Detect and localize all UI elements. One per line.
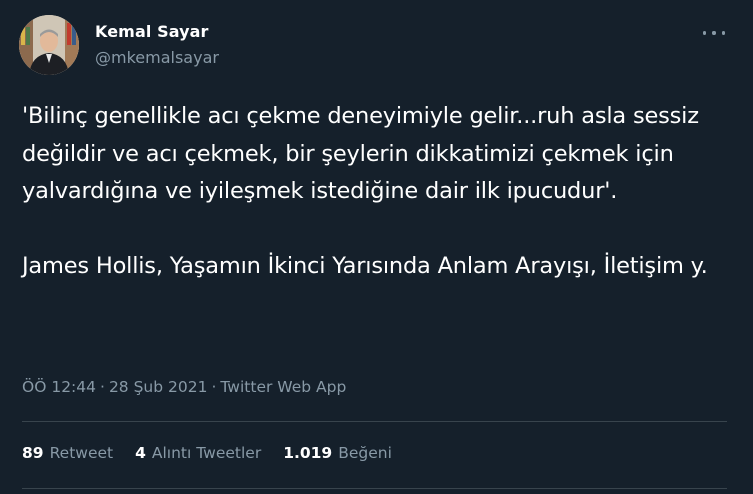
quote-tweets-count: 4 [135,444,146,462]
retweets-count: 89 [22,444,44,462]
likes-count: 1.019 [283,444,333,462]
more-horizontal-icon [712,31,716,35]
avatar[interactable] [19,15,79,75]
more-options-button[interactable] [703,24,725,42]
more-horizontal-icon [721,31,725,35]
retweets-label: Retweet [49,444,114,462]
quote-tweets-label: Alıntı Tweetler [151,444,262,462]
meta-separator: · [211,378,217,396]
retweets-stat[interactable]: 89 Retweet [22,444,113,462]
divider [22,421,727,422]
quote-tweets-stat[interactable]: 4 Alıntı Tweetler [135,444,261,462]
user-display-name[interactable]: Kemal Sayar [95,22,209,41]
user-handle[interactable]: @mkemalsayar [95,48,219,67]
meta-separator: · [100,378,105,396]
tweet-source[interactable]: Twitter Web App [220,378,346,396]
tweet-text: 'Bilinç genellikle acı çekme deneyimiyle… [22,103,708,279]
tweet-stats: 89 Retweet 4 Alıntı Tweetler 1.019 Beğen… [22,444,414,462]
divider [22,488,727,489]
more-horizontal-icon [703,31,707,35]
tweet-meta: ÖÖ 12:44 · 28 Şub 2021 · Twitter Web App [22,378,346,396]
avatar-image [19,15,79,75]
likes-label: Beğeni [338,444,392,462]
tweet-date[interactable]: 28 Şub 2021 [109,378,208,396]
tweet-time[interactable]: ÖÖ 12:44 [22,378,96,396]
tweet-detail: Kemal Sayar @mkemalsayar 'Bilinç genelli… [0,0,753,494]
likes-stat[interactable]: 1.019 Beğeni [283,444,392,462]
